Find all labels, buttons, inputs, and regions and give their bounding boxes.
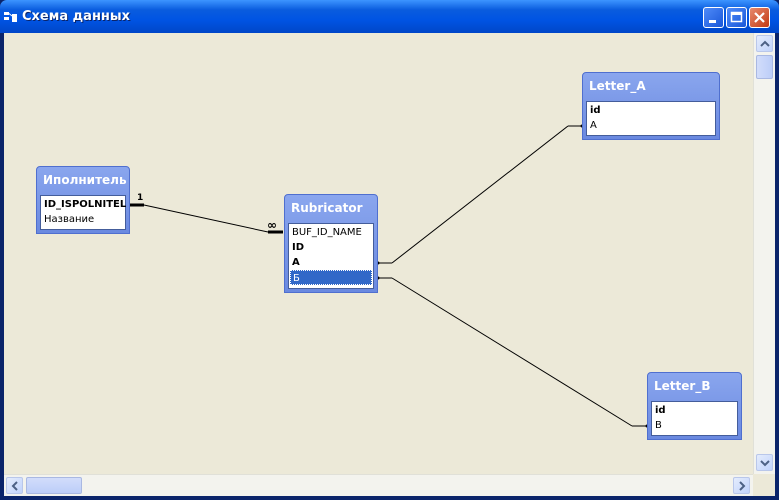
relationships-canvas[interactable]: 1 ∞ Иполнитель ID_ISPOLNITEL Название Ru… bbox=[4, 33, 753, 474]
vertical-scroll-thumb[interactable] bbox=[756, 55, 773, 79]
field-id-ispolnitel[interactable]: ID_ISPOLNITEL bbox=[42, 197, 126, 212]
field-a[interactable]: A bbox=[588, 118, 714, 133]
scroll-up-button[interactable] bbox=[756, 35, 773, 52]
table-title: Иполнитель bbox=[43, 173, 127, 187]
table-letter-a[interactable]: Letter_A id A bbox=[582, 72, 720, 140]
maximize-icon bbox=[730, 11, 743, 23]
table-title: Letter_B bbox=[654, 379, 711, 393]
field-nazvanie[interactable]: Название bbox=[42, 212, 124, 227]
cardinality-one-label: 1 bbox=[137, 193, 144, 203]
arrow-up-icon bbox=[760, 40, 770, 47]
window-title: Схема данных bbox=[22, 9, 131, 24]
arrow-down-icon bbox=[760, 460, 770, 467]
field-b[interactable]: B bbox=[653, 418, 736, 433]
scrollbar-corner bbox=[753, 474, 775, 496]
horizontal-scroll-thumb[interactable] bbox=[26, 477, 82, 494]
field-list: id A bbox=[586, 101, 716, 136]
title-bar[interactable]: Схема данных bbox=[0, 0, 779, 33]
field-list: id B bbox=[651, 401, 738, 436]
field-b-selected[interactable]: Б bbox=[290, 270, 372, 285]
relationship-line-ispolnitel-rubricator[interactable] bbox=[130, 203, 283, 234]
field-id[interactable]: ID bbox=[290, 240, 372, 255]
field-buf-id-name[interactable]: BUF_ID_NAME bbox=[290, 225, 372, 240]
arrow-right-icon bbox=[739, 481, 746, 491]
relationships-icon bbox=[4, 12, 17, 22]
relationship-line-rubricator-letter-a[interactable] bbox=[376, 124, 584, 265]
scroll-left-button[interactable] bbox=[6, 477, 23, 494]
table-title: Letter_A bbox=[589, 79, 646, 93]
field-id[interactable]: id bbox=[653, 403, 736, 418]
minimize-button[interactable] bbox=[703, 7, 724, 28]
scroll-right-button[interactable] bbox=[733, 477, 750, 494]
relationships-canvas-area: 1 ∞ Иполнитель ID_ISPOLNITEL Название Ru… bbox=[4, 33, 775, 496]
field-id[interactable]: id bbox=[588, 103, 714, 118]
relationships-window: Схема данных 1 ∞ Иполнитель ID_ISPOLNITE… bbox=[0, 0, 779, 500]
minimize-icon bbox=[709, 20, 716, 23]
table-ispolnitel[interactable]: Иполнитель ID_ISPOLNITEL Название bbox=[36, 166, 130, 234]
table-letter-b[interactable]: Letter_B id B bbox=[647, 372, 742, 440]
maximize-button[interactable] bbox=[726, 7, 747, 28]
field-list: BUF_ID_NAME ID A Б bbox=[288, 223, 374, 289]
table-title: Rubricator bbox=[291, 201, 363, 215]
horizontal-scrollbar[interactable] bbox=[4, 474, 753, 496]
field-a[interactable]: A bbox=[290, 255, 372, 270]
vertical-scrollbar[interactable] bbox=[753, 33, 775, 474]
arrow-left-icon bbox=[11, 481, 18, 491]
close-icon bbox=[754, 12, 765, 23]
close-button[interactable] bbox=[749, 7, 770, 28]
cardinality-many-label: ∞ bbox=[267, 218, 277, 232]
scroll-down-button[interactable] bbox=[756, 454, 773, 471]
table-rubricator[interactable]: Rubricator BUF_ID_NAME ID A Б bbox=[284, 194, 378, 293]
relationship-line-rubricator-letter-b[interactable] bbox=[376, 276, 649, 428]
field-list: ID_ISPOLNITEL Название bbox=[40, 195, 126, 230]
